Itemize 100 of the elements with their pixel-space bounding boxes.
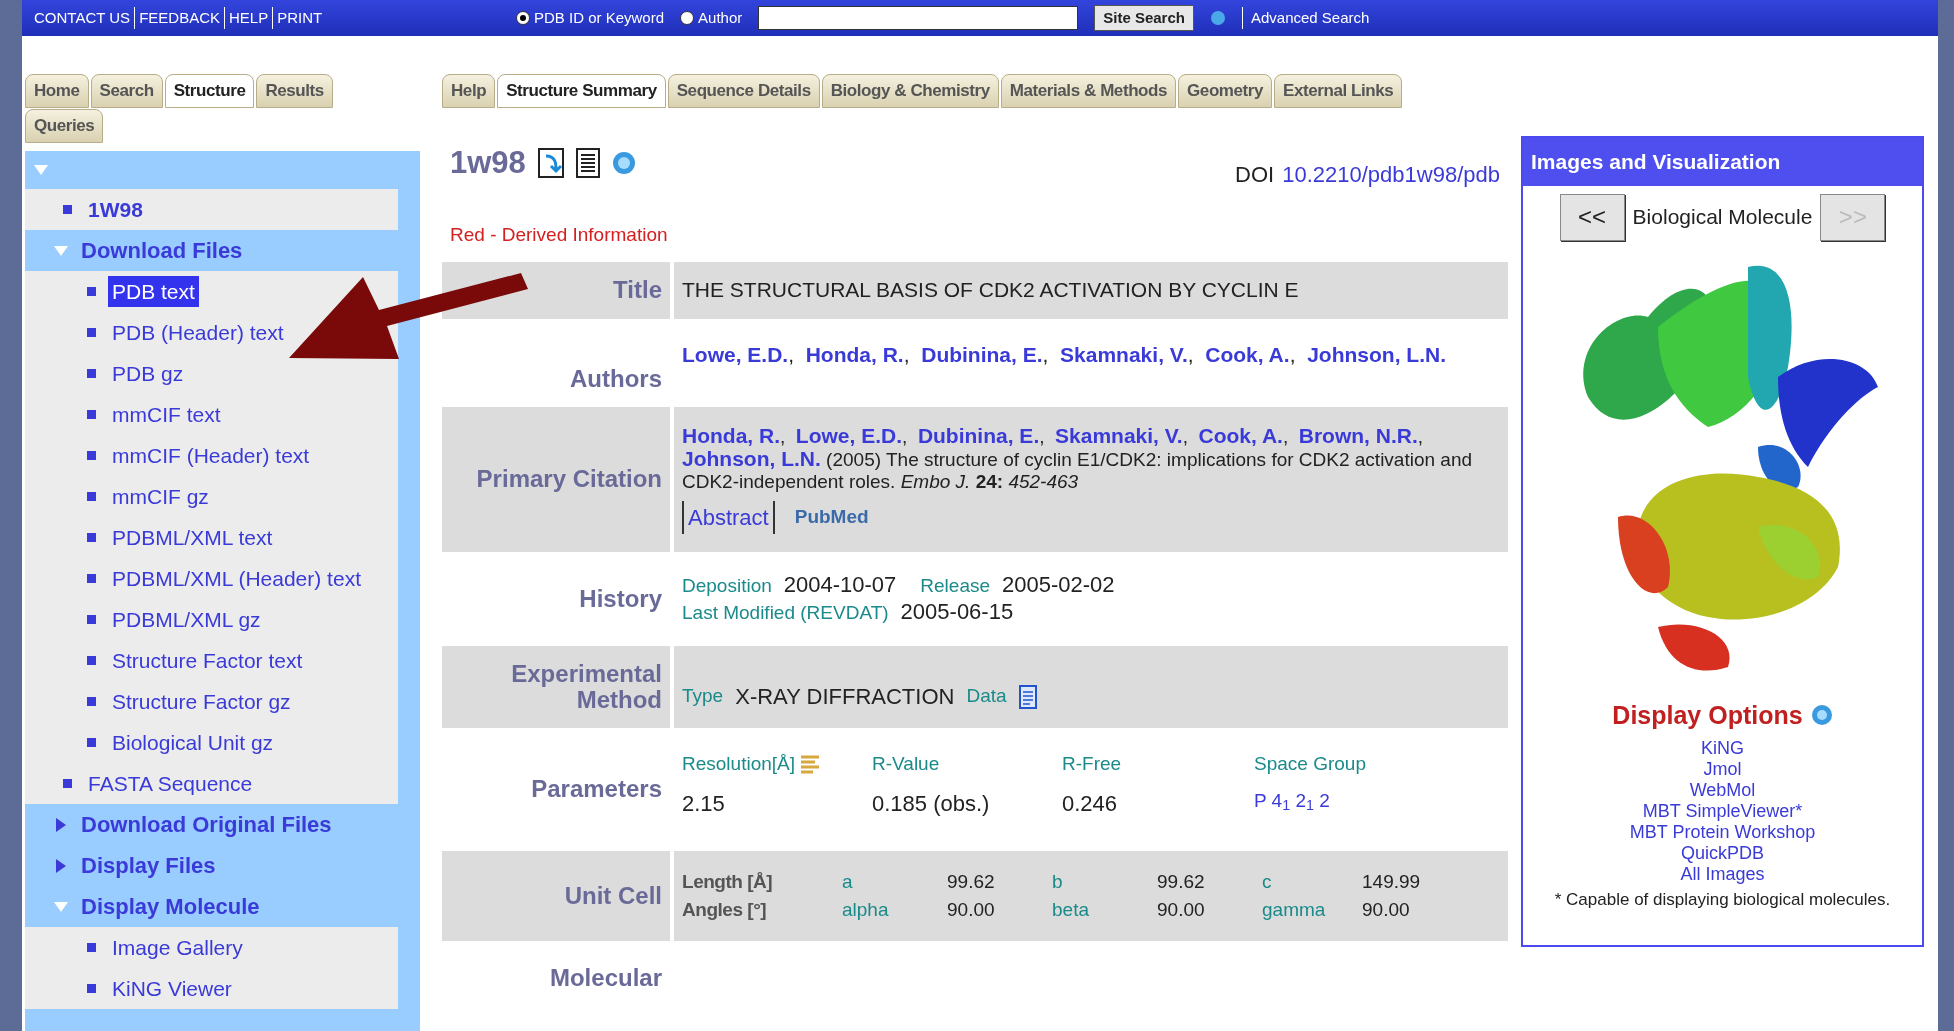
tree-item[interactable]: 1W98	[84, 193, 147, 226]
axis-value: 90.00	[947, 897, 996, 922]
history-label: Release	[920, 573, 991, 598]
history-date: 2004-10-07	[783, 571, 897, 598]
top-link[interactable]: HELP	[224, 6, 273, 30]
radio-button[interactable]	[680, 11, 695, 25]
abstract-link[interactable]: Abstract	[682, 500, 775, 534]
row-label: Authors	[570, 363, 662, 392]
help-icon[interactable]	[611, 151, 636, 176]
row-label: Primary Citation	[476, 466, 662, 492]
bullet-icon	[63, 205, 72, 214]
axis-value: 99.62	[947, 869, 996, 894]
viewer-link[interactable]: Jmol	[1703, 759, 1742, 780]
doi-link[interactable]: 10.2210/pdb1w98/pdb	[1282, 158, 1500, 191]
author-link[interactable]: Honda, R.	[682, 423, 780, 447]
history-label: Deposition	[682, 573, 772, 598]
parameter-value: 0.246	[1062, 789, 1119, 818]
author-link[interactable]: Honda, R.	[805, 342, 904, 366]
axis-value: 90.00	[1362, 897, 1411, 922]
axis-label: a	[842, 869, 854, 894]
pubmed-logo[interactable]: PubMed	[794, 502, 869, 532]
tree-folder[interactable]: Display Molecule	[81, 890, 260, 923]
tab[interactable]: Queries	[25, 109, 104, 143]
tab[interactable]: Geometry	[1178, 74, 1273, 108]
tab[interactable]: Results	[256, 74, 333, 108]
advanced-search-link[interactable]: Advanced Search	[1241, 6, 1370, 30]
top-link[interactable]: PRINT	[272, 6, 327, 30]
viewer-link[interactable]: MBT SimpleViewer*	[1642, 801, 1803, 822]
author-link[interactable]: Skamnaki, V.	[1060, 342, 1188, 366]
viewer-link[interactable]: QuickPDB	[1681, 843, 1764, 864]
top-link[interactable]: CONTACT US	[30, 6, 135, 30]
author-link[interactable]: Cook, A.	[1198, 423, 1283, 447]
top-link[interactable]: FEEDBACK	[134, 6, 224, 30]
parameter-value: 2.15	[682, 789, 726, 818]
parameter-label: R-Value	[872, 752, 940, 777]
bullet-icon	[87, 738, 96, 747]
bullet-icon	[87, 287, 96, 296]
download-icon[interactable]	[537, 148, 564, 179]
tab[interactable]: Help	[442, 74, 496, 108]
tree-folder[interactable]: Download Files	[81, 234, 243, 267]
bullet-icon	[87, 656, 96, 665]
history-date: 2005-06-15	[900, 598, 1014, 625]
parameter-value: 0.185 (obs.)	[872, 789, 991, 818]
radio-label: Author	[698, 7, 743, 28]
unit-cell-label: Length [Å]	[682, 869, 774, 894]
previous-button[interactable]: <<	[1559, 193, 1625, 241]
tab[interactable]: Structure Summary	[497, 74, 666, 108]
document-icon[interactable]	[575, 148, 600, 179]
search-field[interactable]	[758, 6, 1079, 30]
view-label: Biological Molecule	[1632, 204, 1813, 231]
tree-folder[interactable]: Download Original Files	[81, 808, 332, 841]
tab[interactable]: External Links	[1274, 74, 1403, 108]
parameter-value[interactable]: P 4$_{1}$ 2$_{1}$ 2	[1254, 786, 1454, 820]
author-link[interactable]: Cook, A.	[1205, 342, 1290, 366]
tab[interactable]: Structure	[164, 74, 255, 108]
author-link[interactable]: Brown, N.R.	[1298, 423, 1418, 447]
author-link[interactable]: Dubinina, E.	[921, 342, 1043, 366]
author-link[interactable]: Dubinina, E.	[917, 423, 1040, 447]
display-options-heading: Display Options	[1612, 699, 1803, 731]
author-link[interactable]: Lowe, E.D.	[682, 342, 789, 366]
bullet-icon	[87, 492, 96, 501]
author-link[interactable]: Johnson, L.N.	[682, 446, 821, 470]
parameter-label: R-Free	[1062, 752, 1122, 777]
author-link[interactable]: Skamnaki, V.	[1055, 423, 1183, 447]
bullet-icon	[63, 779, 72, 788]
tab[interactable]: Home	[25, 74, 89, 108]
unit-cell-label: Angles [°]	[682, 897, 768, 922]
site-search-button[interactable]: Site Search	[1094, 5, 1194, 31]
author-link[interactable]: Johnson, L.N.	[1307, 342, 1446, 366]
bullet-icon	[87, 984, 96, 993]
bullet-icon	[87, 451, 96, 460]
tab[interactable]: Biology & Chemistry	[821, 74, 999, 108]
viewer-link[interactable]: All Images	[1680, 864, 1765, 885]
row-label: Unit Cell	[564, 882, 662, 909]
tab[interactable]: Search	[90, 74, 163, 108]
entry-id: 1w98	[450, 144, 526, 182]
tree-folder[interactable]: Display Files	[81, 849, 216, 882]
tab[interactable]: Materials & Methods	[1000, 74, 1177, 108]
viewer-link[interactable]: WebMol	[1689, 780, 1756, 801]
panel-header: Images and Visualization	[1523, 138, 1922, 186]
tree-item[interactable]: PDB text	[108, 275, 199, 308]
viewer-link[interactable]: KiNG	[1701, 738, 1744, 759]
tree-item[interactable]: PDB gz	[108, 357, 188, 390]
footnote: * Capable of displaying biological molecules.	[1554, 889, 1891, 911]
row-label: Experimental Method	[510, 660, 662, 713]
doi-label: DOI	[1235, 161, 1275, 189]
bullet-icon	[87, 410, 96, 419]
bullet-icon	[87, 328, 96, 337]
radio-button[interactable]	[516, 11, 530, 25]
viewer-link[interactable]: MBT Protein Workshop	[1629, 822, 1816, 843]
history-date: 2005-02-02	[1002, 571, 1115, 598]
axis-label: b	[1052, 869, 1064, 894]
tab[interactable]: Sequence Details	[667, 74, 820, 108]
legend-text: Red - Derived Information	[450, 223, 669, 247]
bullet-icon	[87, 533, 96, 542]
author-link[interactable]: Lowe, E.D.	[795, 423, 903, 447]
help-icon[interactable]	[1209, 10, 1226, 26]
bullet-icon	[87, 697, 96, 706]
title-value: THE STRUCTURAL BASIS OF CDK2 ACTIVATION BY CYCLIN E	[682, 277, 1299, 304]
help-icon[interactable]	[1810, 704, 1833, 727]
